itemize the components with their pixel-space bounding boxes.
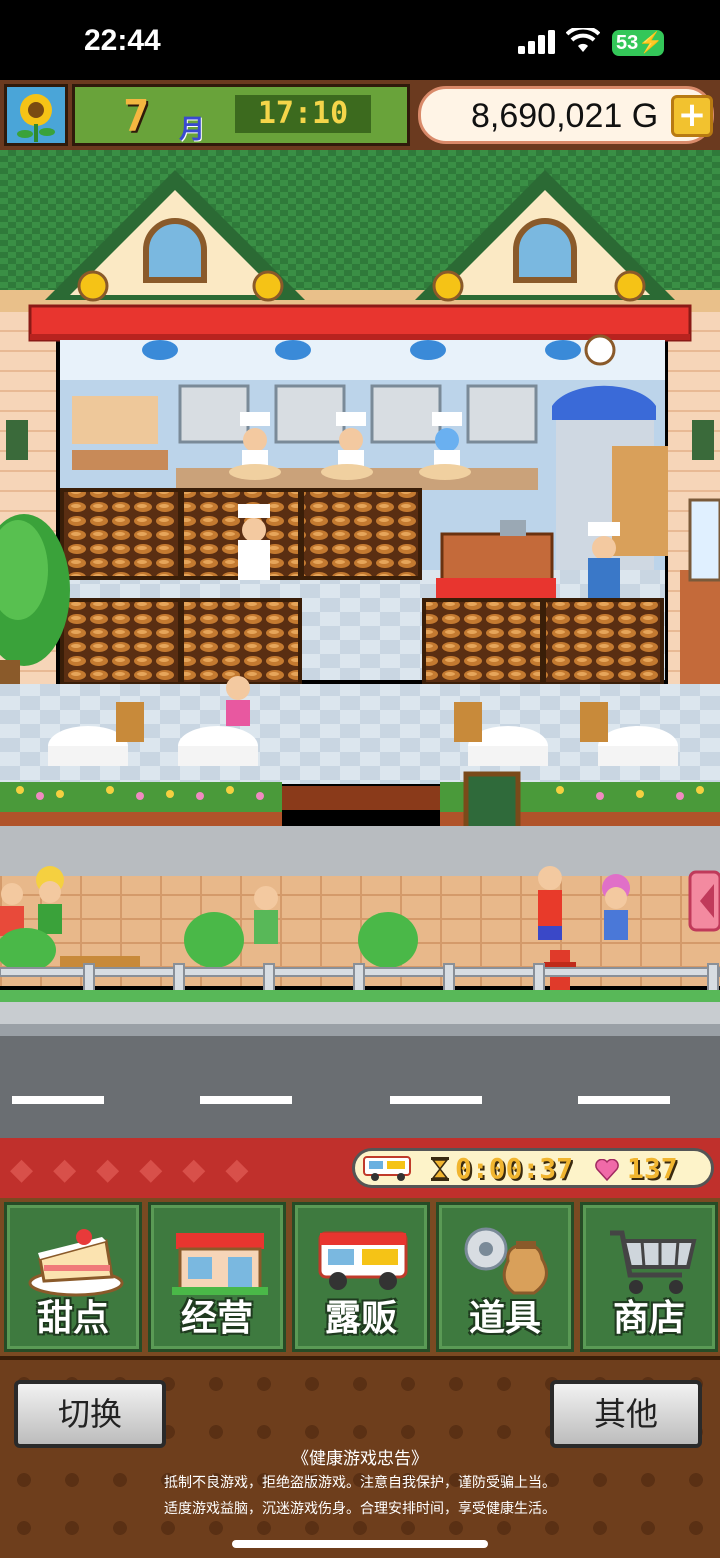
sunflower-portrait-icon[interactable] (4, 84, 68, 146)
menu-label-items: 道具 (468, 1298, 541, 1339)
items-bag-icon (464, 1227, 548, 1295)
hourglass-icon (431, 1157, 449, 1181)
switch-button[interactable]: 切换 (14, 1380, 166, 1448)
decor-diamonds: ◆◆◆◆◆◆ (10, 1152, 269, 1187)
bakery-scene-art (0, 150, 720, 1140)
menu-button-dessert[interactable]: 甜点 (4, 1202, 142, 1352)
food-truck-icon (318, 1231, 408, 1290)
money-value: 8,690,021 G (471, 97, 659, 135)
heart-count: 137 (627, 1152, 678, 1185)
status-time: 22:44 (84, 24, 161, 57)
other-button[interactable]: 其他 (550, 1380, 702, 1448)
menu-button-store[interactable]: 商店 (580, 1202, 718, 1352)
money-display: 8,690,021 G + (418, 86, 714, 144)
health-notice-line-2: 适度游戏益脑，沉迷游戏伤身。合理安排时间，享受健康生活。 (164, 1501, 556, 1517)
charging-bolt-icon: ⚡ (638, 32, 664, 54)
game-clock: 17:10 (235, 95, 371, 133)
food-truck-timer[interactable]: 0:00:37 137 (352, 1148, 714, 1188)
month-number: 7 (123, 91, 150, 142)
top-hud: 7 月 17:10 8,690,021 G + (0, 80, 720, 150)
shop-building-icon (172, 1233, 268, 1295)
food-truck-icon (363, 1156, 411, 1181)
date-display: 7 月 17:10 (72, 84, 410, 146)
battery-indicator: 53⚡ (612, 30, 664, 56)
menu-button-management[interactable]: 经营 (148, 1202, 286, 1352)
bottom-panel: 切换 其他 《健康游戏忠告》 抵制不良游戏，拒绝盗版游戏。注意自我保护，谨防受骗… (0, 1356, 720, 1558)
event-bar: ◆◆◆◆◆◆ 0:00:37 137 (0, 1138, 720, 1198)
cellular-signal-icon (518, 30, 555, 54)
health-notice-title: 《健康游戏忠告》 (292, 1449, 428, 1469)
wifi-icon (566, 28, 600, 52)
main-menu: 甜点 经营 露贩 道具 商店 (0, 1198, 720, 1358)
battery-level: 53 (616, 32, 639, 54)
month-unit: 月 (179, 115, 206, 145)
home-indicator[interactable] (232, 1540, 488, 1548)
cake-icon (28, 1229, 124, 1297)
menu-label-management: 经营 (180, 1298, 253, 1339)
menu-label-food-truck: 露贩 (324, 1298, 397, 1339)
shopping-cart-icon (610, 1230, 697, 1294)
menu-label-store: 商店 (612, 1298, 685, 1339)
bakery-scene[interactable] (0, 150, 720, 1140)
timer-value: 0:00:37 (455, 1152, 574, 1185)
add-money-button[interactable]: + (671, 95, 713, 137)
menu-label-dessert: 甜点 (36, 1298, 109, 1339)
heart-icon (595, 1159, 619, 1181)
status-bar: 22:44 53⚡ (0, 0, 720, 84)
menu-button-items[interactable]: 道具 (436, 1202, 574, 1352)
currency-symbol: G (631, 97, 659, 135)
health-notice-line-1: 抵制不良游戏，拒绝盗版游戏。注意自我保护，谨防受骗上当。 (164, 1475, 556, 1491)
menu-button-food-truck[interactable]: 露贩 (292, 1202, 430, 1352)
